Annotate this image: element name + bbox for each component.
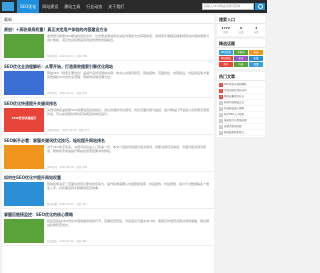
post-thumbnail[interactable]: SEO优化快速提升 [4, 108, 44, 132]
rank-number: 8 [219, 125, 223, 129]
rank-number: 6 [219, 113, 223, 117]
article-list: 最新 原创！+高收录高权重！真正决定用户体验的内容建设方法 收录量可衡量SEO网… [2, 15, 214, 273]
site-logo[interactable] [2, 2, 14, 11]
hot-articles-widget: 热门文章 1 SEO优化全流程解析 2 关键词排名提升技巧 3 网站权重提升方法 4原… [217, 72, 265, 137]
rank-number: 9 [219, 131, 223, 135]
post-excerpt: 链接监控是SEO优化中容易被忽视的环节，定期检查死链、外链变化与锚文本分布，能够… [47, 219, 210, 227]
widget-title: 精选话题 [217, 39, 265, 48]
widget-title: 搜索入口 [217, 15, 265, 24]
nav-item-about[interactable]: 关于我们 [105, 0, 127, 13]
post-meta: SEO优化 · 2023-06-10 · 浏览 512 [47, 92, 87, 95]
rank-number: 2 [219, 89, 223, 93]
nav-item-tools[interactable]: 建站工具 [61, 0, 83, 13]
tag-link[interactable]: 网站建设 [219, 56, 233, 61]
list-item[interactable]: 原创！+高收录高权重！真正决定用户体验的内容建设方法 收录量可衡量SEO网站的优… [2, 25, 214, 61]
sidebar: 搜索入口 1772 文章 6 分类 2 标签 精选话题 SEO优化 关键词 外链… [217, 15, 265, 273]
post-title[interactable]: 如何在SEO优化中提升网站权重 [4, 175, 212, 181]
search-icon[interactable] [255, 3, 265, 10]
rank-number: 1 [219, 83, 223, 87]
nav-item-news[interactable]: 行业动态 [83, 0, 105, 13]
post-meta: 外链建设 · 2023-05-30 · 浏览 265 [47, 240, 87, 243]
stat-articles: 1772 文章 [221, 26, 230, 34]
post-meta: SEO优化 · 2023-06-12 · 浏览 386 [47, 55, 87, 58]
post-thumbnail[interactable] [4, 34, 44, 58]
rank-number: 4 [219, 101, 223, 105]
topics-widget: 精选话题 SEO优化 关键词 外链 网站建设 收录 权重 排名 内容 流量 [217, 39, 265, 69]
list-item[interactable]: SEO优化全流程解析：从零开始，打造高效搜索引擎优化网站 网站SEO（搜索引擎优… [2, 62, 214, 98]
post-title[interactable]: SEO优化全流程解析：从零开始，打造高效搜索引擎优化网站 [4, 64, 212, 70]
post-meta: 网站权重 · 2023-06-02 · 浏览 341 [47, 203, 87, 206]
tag-link[interactable]: 权重 [249, 56, 263, 61]
tag-link[interactable]: 排名 [219, 62, 233, 67]
rank-item[interactable]: 9 网站结构优化要点 [219, 130, 263, 136]
post-title[interactable]: 掌握后链接监控：SEO优化的核心策略 [4, 212, 212, 218]
main-nav: SEO优化 网站建设 建站工具 行业动态 关于我们 [17, 0, 127, 13]
tag-link[interactable]: 外链 [249, 50, 263, 55]
post-excerpt: 收录量可衡量SEO网站的优化水平，过去很多网站依靠采集内容的方式获取排名，但搜索… [47, 34, 210, 42]
post-meta: SEO技巧 · 2023-06-05 · 浏览 298 [47, 166, 87, 169]
section-label: 最新 [2, 15, 214, 24]
list-item[interactable]: SEO新手必看：掌握关键词优化技巧，轻松提升网站排名 对于SEO新手来说，关键词… [2, 136, 214, 172]
post-excerpt: 网站SEO（搜索引擎优化）是提升自然流量的关键，本文从关键词研究、网站结构、页面… [47, 71, 210, 79]
tag-link[interactable]: SEO优化 [219, 50, 233, 55]
post-excerpt: 对于SEO新手来说，关键词优化是入门的第一步，本文介绍如何挖掘长尾关键词、判断关… [47, 145, 207, 153]
list-item[interactable]: 掌握后链接监控：SEO优化的核心策略 链接监控是SEO优化中容易被忽视的环节，定… [2, 210, 214, 246]
rank-list: 1 SEO优化全流程解析 2 关键词排名提升技巧 3 网站权重提升方法 4 原创内容建设… [217, 81, 265, 137]
top-navigation-bar: SEO优化 网站建设 建站工具 行业动态 关于我们 请输入SEO网站关键词查询 [0, 0, 267, 13]
post-thumbnail[interactable] [4, 219, 44, 243]
stat-tags: 2 标签 [253, 26, 259, 34]
rank-number: 7 [219, 119, 223, 123]
post-title[interactable]: SEO新手必看：掌握关键词优化技巧，轻松提升网站排名 [4, 138, 212, 144]
list-item[interactable]: 如何在SEO优化中提升网站权重 网站权重决定了页面在搜索引擎中的竞争力，提升权重… [2, 173, 214, 209]
post-title[interactable]: 原创！+高收录高权重！真正决定用户体验的内容建设方法 [4, 27, 212, 33]
post-meta: 关键词优化 · 2023-06-08 · 浏览 427 [47, 129, 90, 132]
tag-link[interactable]: 关键词 [234, 50, 248, 55]
nav-item-site-building[interactable]: 网站建设 [39, 0, 61, 13]
widget-title: 热门文章 [217, 72, 265, 81]
rank-number: 3 [219, 95, 223, 99]
tag-link[interactable]: 收录 [234, 56, 248, 61]
site-stats-widget: 搜索入口 1772 文章 6 分类 2 标签 [217, 15, 265, 36]
nav-item-seo[interactable]: SEO优化 [17, 0, 40, 13]
tag-cloud: SEO优化 关键词 外链 网站建设 收录 权重 排名 内容 流量 [217, 48, 265, 69]
post-thumbnail[interactable] [4, 145, 44, 169]
post-thumbnail[interactable] [4, 182, 44, 206]
post-title[interactable]: SEO优化快速提升关键词排名 [4, 101, 212, 107]
post-excerpt: 关键词排名是衡量SEO效果最直接的指标，通过合理布局关键词、优化页面标题与描述、… [47, 108, 210, 116]
stat-categories: 6 分类 [238, 26, 244, 34]
tag-link[interactable]: 流量 [249, 62, 263, 67]
stats-row: 1772 文章 6 分类 2 标签 [217, 24, 265, 36]
post-excerpt: 网站权重决定了页面在搜索引擎中的竞争力，提升权重需要从内容更新频率、内链结构、外… [47, 182, 210, 190]
post-thumbnail[interactable] [4, 71, 44, 95]
tag-link[interactable]: 内容 [234, 62, 248, 67]
rank-number: 5 [219, 107, 223, 111]
list-item[interactable]: SEO优化快速提升关键词排名 SEO优化快速提升 关键词排名是衡量SEO效果最直… [2, 99, 214, 135]
search-input[interactable]: 请输入SEO网站关键词查询 [202, 3, 254, 10]
